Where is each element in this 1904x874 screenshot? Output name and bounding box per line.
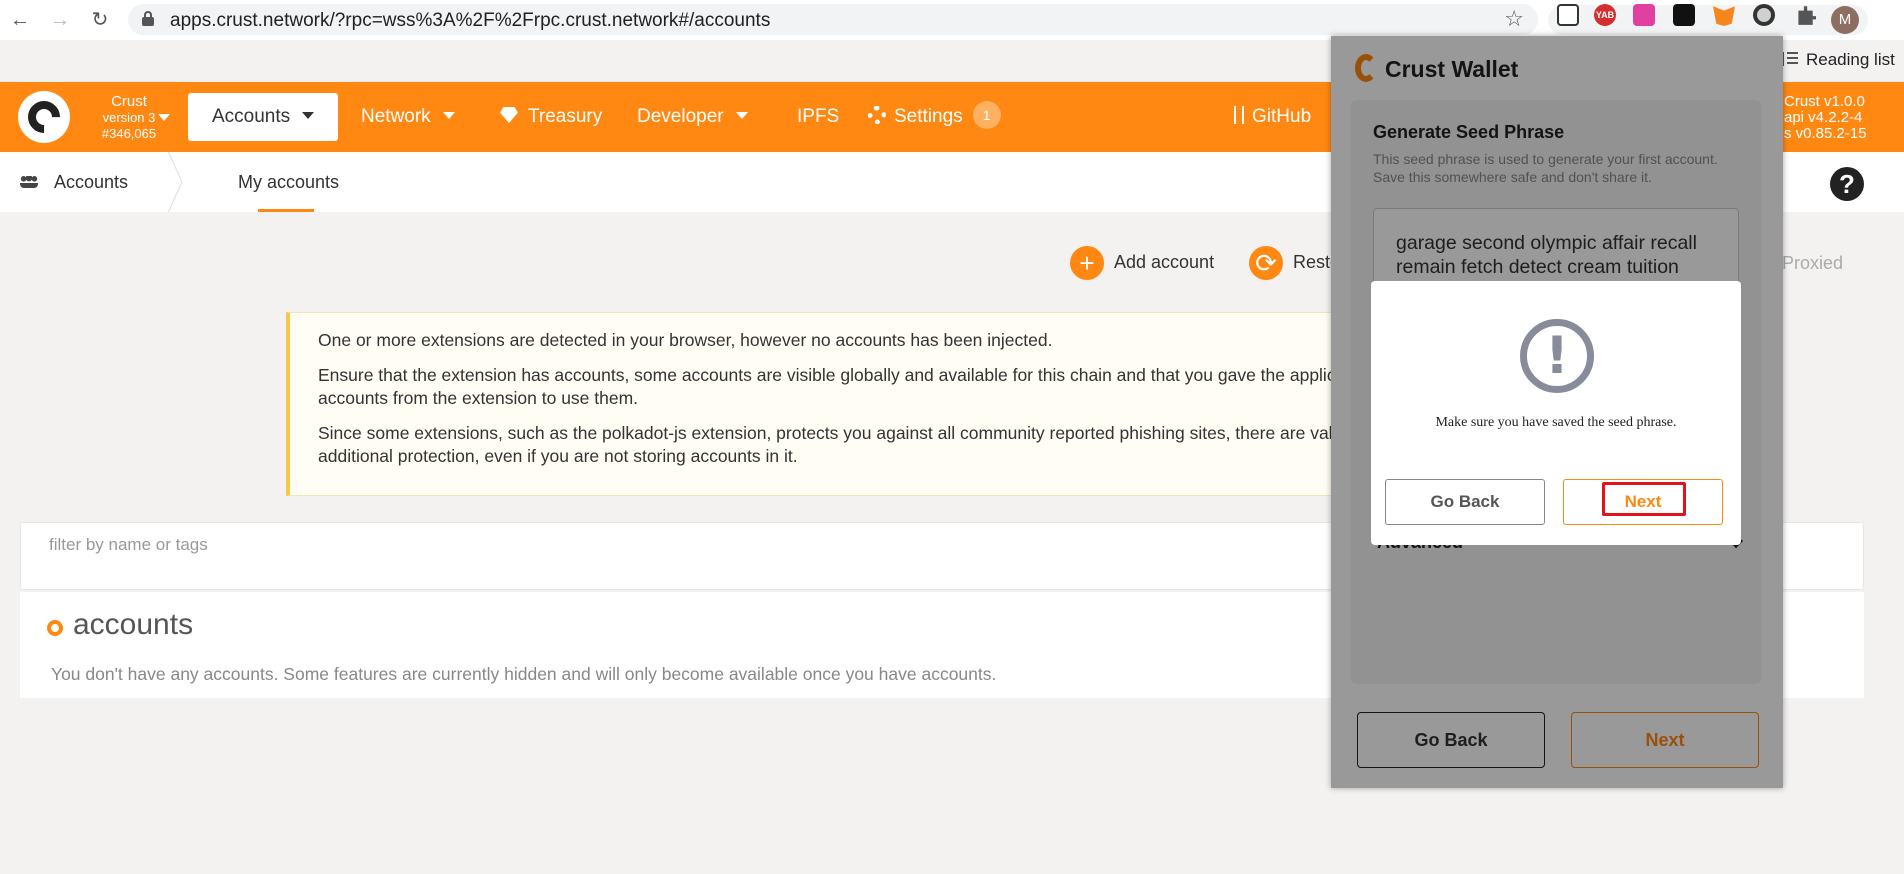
pink-square-icon[interactable] xyxy=(1633,4,1655,26)
tab-my-accounts[interactable]: My accounts xyxy=(238,172,339,193)
gem-icon xyxy=(500,107,518,123)
bookmark-star-icon[interactable]: ☆ xyxy=(1504,6,1524,32)
dialog-message: Make sure you have saved the seed phrase… xyxy=(1435,415,1677,430)
lock-icon xyxy=(142,11,154,26)
address-bar[interactable]: apps.crust.network/?rpc=wss%3A%2F%2Frpc.… xyxy=(128,4,1538,35)
help-icon[interactable]: ? xyxy=(1830,167,1864,201)
highlight-box xyxy=(1602,482,1686,516)
nav-settings[interactable]: Settings 1 xyxy=(868,82,1001,152)
reading-list-icon xyxy=(1782,52,1798,66)
nav-github[interactable]: GitHub xyxy=(1234,82,1311,152)
active-tab-indicator xyxy=(258,209,314,212)
back-arrow-icon[interactable]: ← xyxy=(6,6,34,34)
crust-wallet-popup: Crust Wallet Generate Seed Phrase This s… xyxy=(1331,36,1783,788)
plus-icon: + xyxy=(1070,246,1104,280)
forward-arrow-icon[interactable]: → xyxy=(46,6,74,34)
exclamation-icon: ! xyxy=(1520,319,1594,393)
chevron-down-icon xyxy=(302,112,315,119)
nav-developer[interactable]: Developer xyxy=(637,82,748,152)
gear-icon xyxy=(868,106,886,124)
filter-placeholder: filter by name or tags xyxy=(49,535,208,554)
confirm-dialog: ! Make sure you have saved the seed phra… xyxy=(1371,281,1741,545)
chevron-down-icon xyxy=(735,112,748,119)
accounts-empty-message: You don't have any accounts. Some featur… xyxy=(51,664,997,684)
nav-accounts[interactable]: Accounts xyxy=(188,93,339,141)
breadcrumb-separator xyxy=(168,152,188,212)
profile-avatar[interactable]: M xyxy=(1831,6,1859,34)
section-label: Accounts xyxy=(20,172,128,193)
cube-icon[interactable] xyxy=(1557,4,1579,26)
url-text[interactable]: apps.crust.network/?rpc=wss%3A%2F%2Frpc.… xyxy=(170,10,770,32)
nav-ipfs[interactable]: IPFS xyxy=(797,82,839,152)
mask-icon[interactable] xyxy=(1673,4,1695,26)
chevron-down-icon[interactable] xyxy=(158,114,170,121)
crust-logo-icon[interactable] xyxy=(18,91,70,143)
refresh-icon: ⟳ xyxy=(1249,246,1283,280)
git-branch-icon xyxy=(1234,106,1244,124)
accounts-title: accounts xyxy=(73,608,194,641)
reading-list-button[interactable]: Reading list xyxy=(1782,50,1895,70)
settings-badge: 1 xyxy=(972,101,1001,129)
dialog-go-back-button[interactable]: Go Back xyxy=(1385,479,1545,525)
version-info: Crust v1.0.0 api v4.2.2-4 s v0.85.2-15 xyxy=(1784,93,1867,142)
proxied-button[interactable]: Proxied xyxy=(1782,253,1843,274)
chevron-down-icon xyxy=(442,112,455,119)
nav-treasury[interactable]: Treasury xyxy=(500,82,602,152)
users-icon xyxy=(20,176,38,188)
add-account-button[interactable]: + Add account xyxy=(1070,246,1214,280)
yab-icon[interactable]: YAB xyxy=(1594,4,1616,26)
restore-account-button[interactable]: ⟳ Resto xyxy=(1249,246,1340,280)
extension-warning: One or more extensions are detected in y… xyxy=(286,312,1346,496)
browser-toolbar: ← → ↻ apps.crust.network/?rpc=wss%3A%2F%… xyxy=(0,0,1904,40)
crust-icon[interactable] xyxy=(1753,4,1775,26)
nav-network[interactable]: Network xyxy=(361,82,455,152)
reload-icon[interactable]: ↻ xyxy=(86,6,114,34)
status-dot-icon xyxy=(47,620,63,636)
